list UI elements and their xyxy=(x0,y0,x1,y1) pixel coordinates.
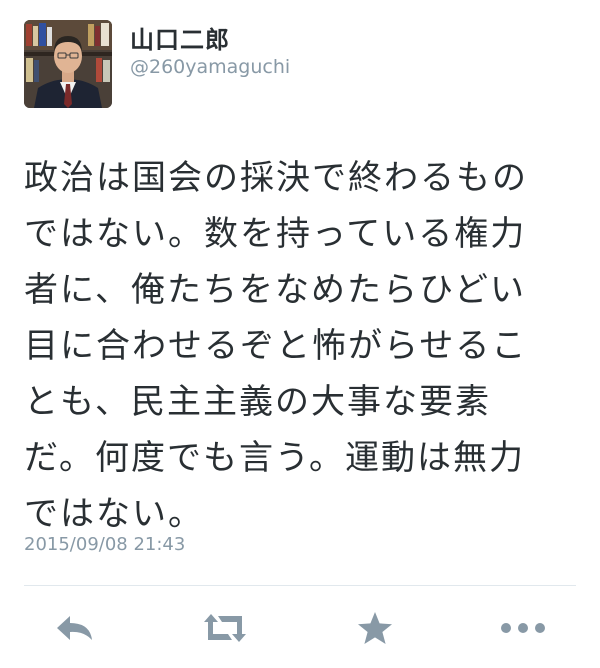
tweet-text-line: 目に合わせるぞと怖がらせるこ xyxy=(24,326,528,366)
more-icon xyxy=(501,623,545,633)
avatar[interactable] xyxy=(24,20,112,108)
tweet-text: 政治は国会の採決で終わるもの ではない。数を持っている権力 者に、俺たちをなめた… xyxy=(24,150,584,542)
favorite-button[interactable] xyxy=(350,606,400,650)
retweet-icon xyxy=(204,614,246,642)
profile-photo-icon xyxy=(24,20,112,108)
tweet-card: 山口二郎 @260yamaguchi 政治は国会の採決で終わるもの ではない。数… xyxy=(0,0,600,668)
tweet-text-line: 政治は国会の採決で終わるもの xyxy=(24,158,528,198)
tweet-text-line: とも、民主主義の大事な要素 xyxy=(24,382,491,422)
tweet-timestamp[interactable]: 2015/09/08 21:43 xyxy=(24,534,185,555)
tweet-text-line: ではない。数を持っている権力 xyxy=(24,214,527,254)
divider xyxy=(24,585,576,586)
reply-icon xyxy=(57,616,92,640)
tweet-text-line: だ。何度でも言う。運動は無力 xyxy=(24,438,525,478)
reply-button[interactable] xyxy=(50,606,100,650)
display-name[interactable]: 山口二郎 xyxy=(130,20,230,55)
more-button[interactable] xyxy=(498,606,548,650)
retweet-button[interactable] xyxy=(200,606,250,650)
favorite-star-icon xyxy=(358,612,392,644)
tweet-text-line: 者に、俺たちをなめたらひどい xyxy=(24,270,526,310)
user-handle[interactable]: @260yamaguchi xyxy=(130,56,290,78)
